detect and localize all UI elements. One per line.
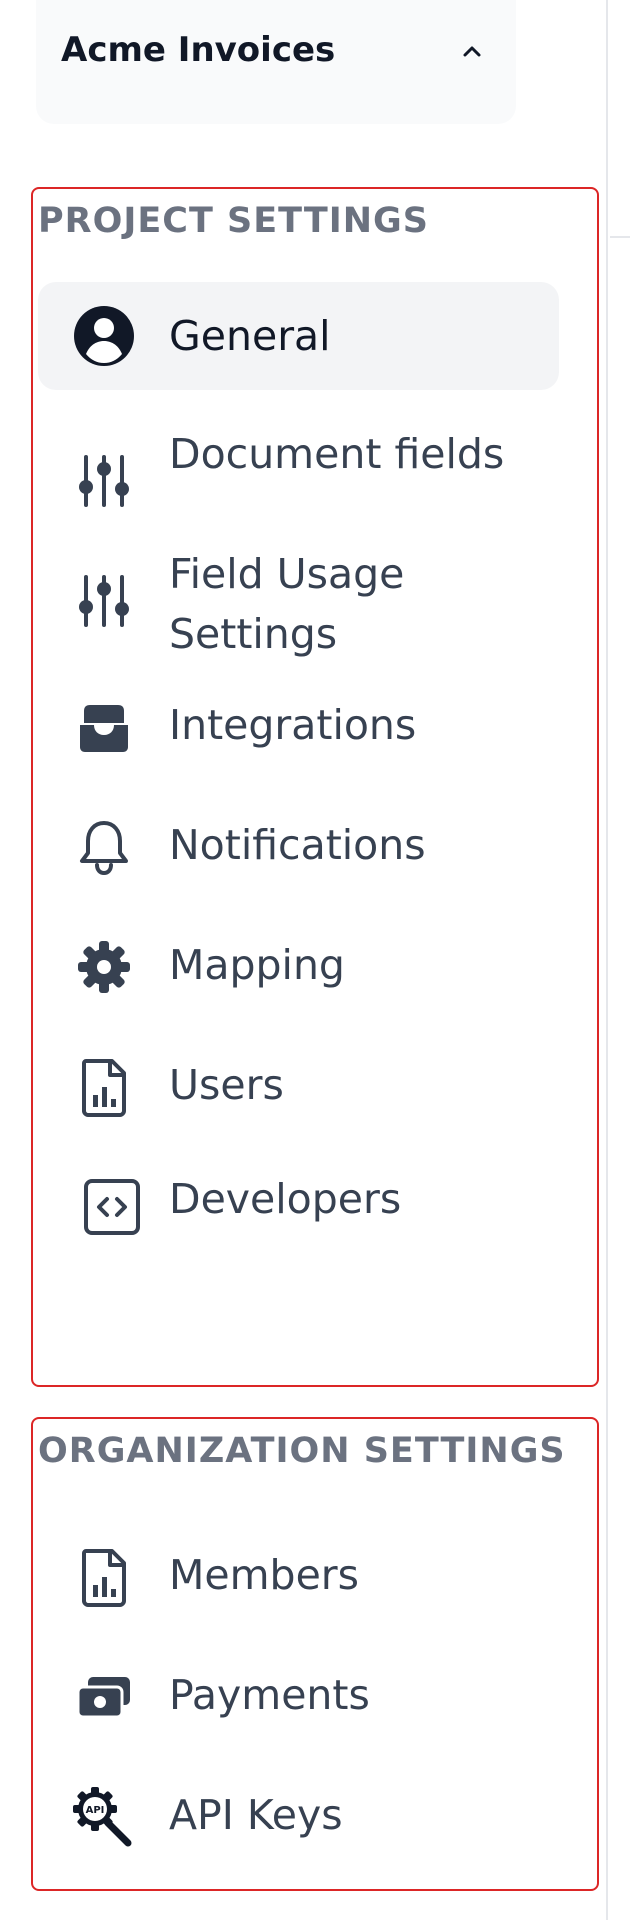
project-switcher[interactable]: Acme Invoices [36, 0, 516, 124]
sidebar-item-label: Field Usage Settings [169, 550, 405, 658]
sidebar-item-document-fields[interactable]: Document fields [38, 424, 559, 534]
inbox-tray-icon [72, 695, 136, 759]
sidebar-item-general[interactable]: General [38, 282, 559, 390]
project-name: Acme Invoices [61, 30, 336, 70]
section-title-organization-settings: ORGANIZATION SETTINGS [38, 1431, 566, 1471]
cash-stack-icon [72, 1665, 136, 1729]
sidebar-item-field-usage-settings[interactable]: Field Usage Settings [38, 544, 559, 658]
content-header-border [610, 236, 630, 238]
sidebar-item-payments[interactable]: Payments [38, 1649, 559, 1749]
sidebar-item-label: General [169, 312, 331, 360]
sidebar-item-label: Mapping [169, 941, 345, 989]
sidebar-item-notifications[interactable]: Notifications [38, 797, 559, 897]
sidebar-item-label: Payments [169, 1671, 370, 1719]
sidebar-item-label: Integrations [169, 701, 417, 749]
project-settings-section: PROJECT SETTINGS General Document fields… [31, 187, 599, 1387]
user-circle-icon [72, 304, 136, 368]
api-key-icon: API [72, 1785, 136, 1849]
content-divider [606, 0, 608, 1920]
svg-text:API: API [86, 1805, 105, 1816]
sidebar-item-api-keys[interactable]: API API Keys [38, 1769, 559, 1869]
sliders-icon [72, 449, 136, 513]
document-chart-icon [72, 1055, 136, 1119]
sidebar-item-label: Users [169, 1061, 284, 1109]
organization-settings-section: ORGANIZATION SETTINGS Members Payments A… [31, 1417, 599, 1891]
sidebar-item-label: Document fields [169, 430, 505, 478]
sidebar-item-integrations[interactable]: Integrations [38, 677, 559, 777]
chevron-up-icon[interactable] [460, 40, 484, 64]
document-chart-icon [72, 1545, 136, 1609]
sidebar-item-mapping[interactable]: Mapping [38, 917, 559, 1017]
sidebar-item-members[interactable]: Members [38, 1529, 559, 1629]
sidebar-item-label: Members [169, 1551, 360, 1599]
sidebar-item-label: API Keys [169, 1791, 343, 1839]
sidebar-item-users[interactable]: Users [38, 1037, 559, 1137]
section-title-project-settings: PROJECT SETTINGS [38, 201, 429, 241]
code-bracket-icon [82, 1177, 146, 1241]
sidebar-item-label: Notifications [169, 821, 426, 869]
sidebar-item-label: Developers [169, 1175, 402, 1223]
bell-icon [72, 815, 136, 879]
gear-icon [72, 935, 136, 999]
sidebar-item-developers[interactable]: Developers [38, 1157, 559, 1257]
sliders-icon [72, 569, 136, 633]
